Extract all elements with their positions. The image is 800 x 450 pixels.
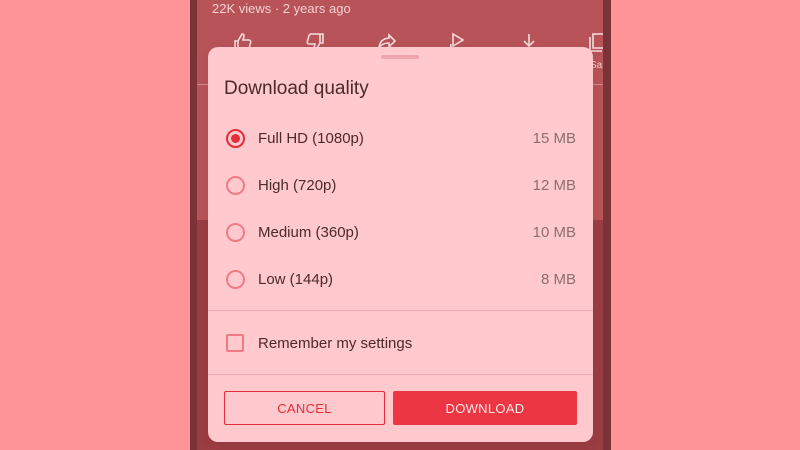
quality-option-360p[interactable]: Medium (360p) 10 MB bbox=[208, 211, 593, 255]
quality-label: High (720p) bbox=[258, 177, 337, 194]
cancel-button[interactable]: CANCEL bbox=[224, 391, 385, 425]
radio-button[interactable] bbox=[226, 223, 245, 242]
file-size: 8 MB bbox=[540, 271, 576, 288]
phone-bezel-left bbox=[190, 0, 197, 450]
download-button[interactable]: DOWNLOAD bbox=[393, 391, 577, 425]
quality-option-1080p[interactable]: Full HD (1080p) 15 MB bbox=[208, 117, 593, 161]
file-size: 12 MB bbox=[532, 177, 576, 194]
remember-settings-label[interactable]: Remember my settings bbox=[258, 335, 412, 352]
quality-option-720p[interactable]: High (720p) 12 MB bbox=[208, 164, 593, 208]
phone-bezel-right bbox=[603, 0, 611, 450]
dialog-title: Download quality bbox=[224, 78, 369, 99]
file-size: 10 MB bbox=[532, 224, 576, 241]
file-size: 15 MB bbox=[532, 130, 576, 147]
drag-handle[interactable] bbox=[381, 55, 419, 59]
quality-label: Medium (360p) bbox=[258, 224, 359, 241]
quality-label: Low (144p) bbox=[258, 271, 334, 288]
quality-label: Full HD (1080p) bbox=[258, 130, 364, 147]
download-quality-dialog: Download quality Full HD (1080p) 15 MB H… bbox=[208, 47, 593, 442]
radio-button[interactable] bbox=[226, 270, 245, 289]
divider bbox=[208, 310, 593, 311]
video-meta: 22K views · 2 years ago bbox=[212, 1, 351, 16]
divider bbox=[208, 374, 593, 375]
remember-settings-checkbox[interactable] bbox=[226, 334, 244, 352]
quality-option-144p[interactable]: Low (144p) 8 MB bbox=[208, 258, 593, 302]
radio-button[interactable] bbox=[226, 176, 245, 195]
radio-button-selected[interactable] bbox=[226, 129, 245, 148]
